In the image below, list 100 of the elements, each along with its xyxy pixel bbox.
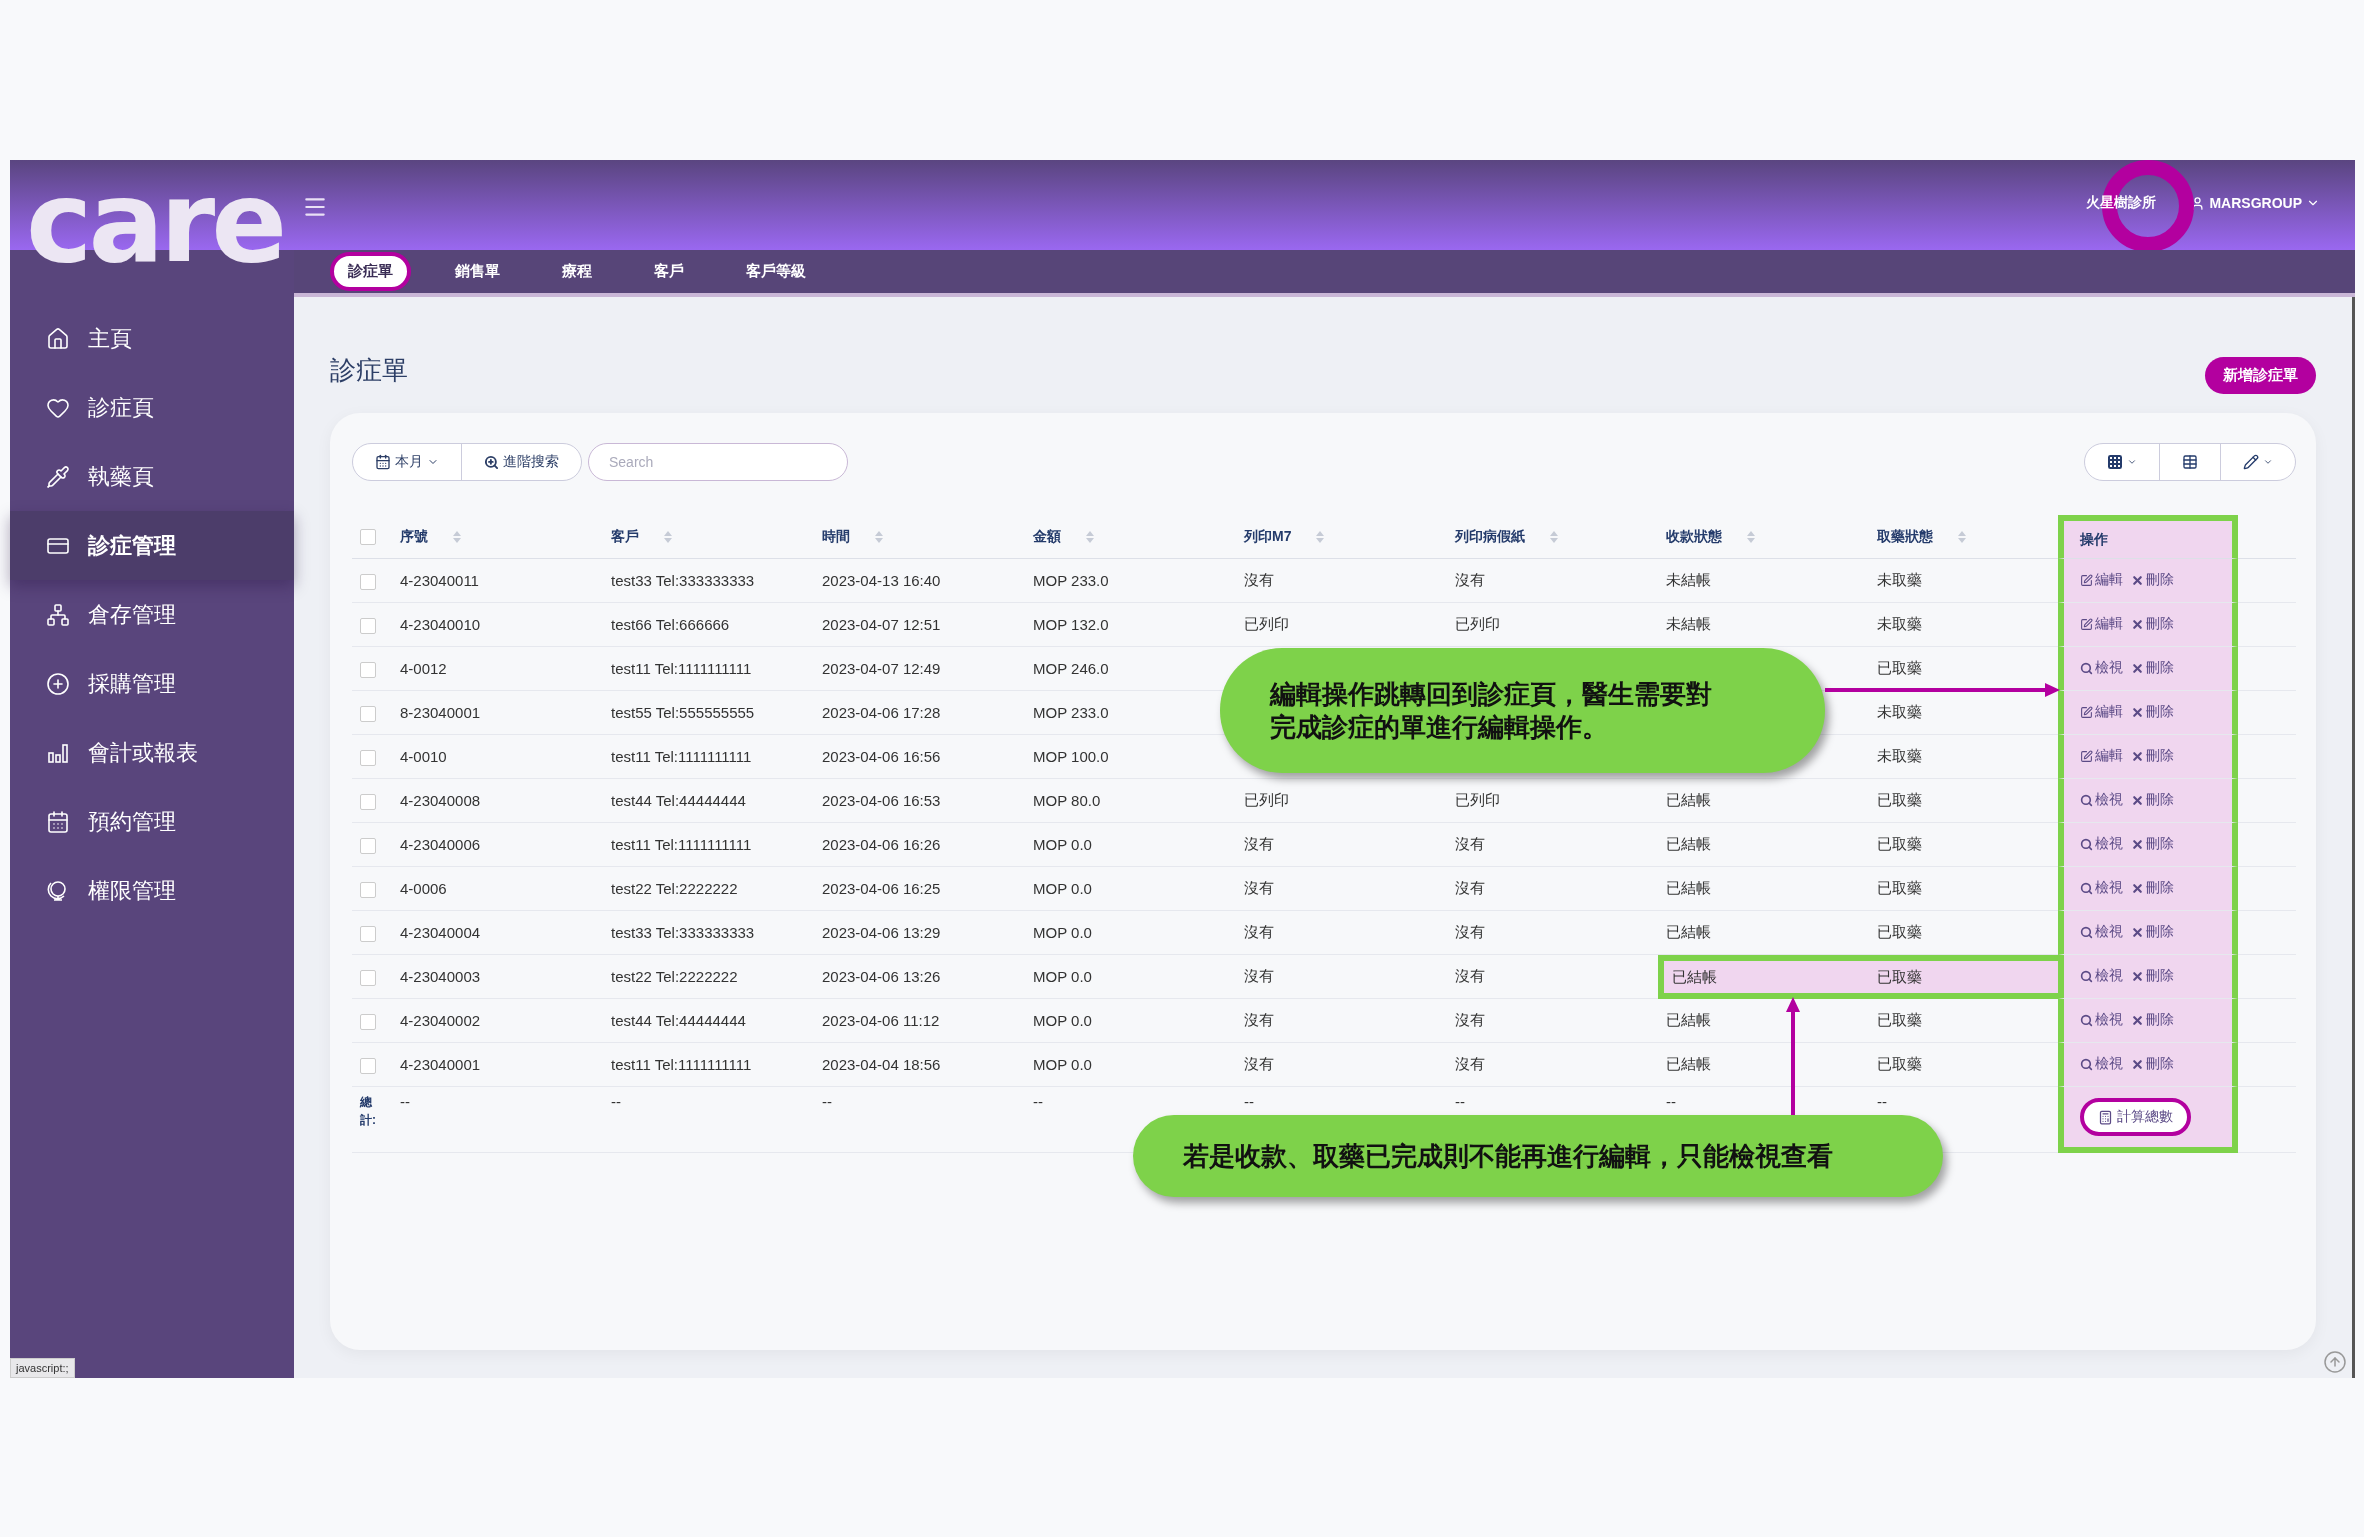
edit-link[interactable]: 編輯: [2080, 703, 2123, 722]
sidebar-item[interactable]: 診症管理: [10, 511, 294, 580]
view-link[interactable]: 檢視: [2080, 1011, 2123, 1030]
sidebar-item[interactable]: 主頁: [10, 304, 294, 373]
sidebar-item[interactable]: 診症頁: [10, 373, 294, 442]
table-cell: 4-23040006: [400, 836, 481, 853]
view-link[interactable]: 檢視: [2080, 1055, 2123, 1074]
table-cell: 已取藥: [1877, 835, 1922, 852]
sort-icon[interactable]: [1957, 529, 1967, 544]
table-cell: 已列印: [1244, 791, 1289, 808]
edit-link[interactable]: 編輯: [2080, 615, 2123, 634]
sort-icon[interactable]: [1549, 529, 1559, 544]
column-header: 客戶: [611, 527, 639, 544]
checkbox[interactable]: [360, 969, 376, 986]
tab[interactable]: 客戶等級: [728, 252, 824, 291]
delete-link[interactable]: 刪除: [2131, 835, 2174, 854]
checkbox[interactable]: [360, 1057, 376, 1074]
sidebar-item[interactable]: 會計或報表: [10, 718, 294, 787]
table-cell: test11 Tel:1111111111: [611, 836, 752, 853]
tab[interactable]: 客戶: [636, 252, 702, 291]
table-cell: 已取藥: [1877, 879, 1922, 896]
table-cell: 已列印: [1244, 615, 1289, 632]
table-cell: 4-23040010: [400, 616, 481, 633]
delete-link[interactable]: 刪除: [2131, 1055, 2174, 1074]
sidebar-item[interactable]: 倉存管理: [10, 580, 294, 649]
checkbox[interactable]: [360, 1013, 376, 1030]
scroll-top-icon[interactable]: [2323, 1350, 2347, 1374]
delete-link[interactable]: 刪除: [2131, 703, 2174, 722]
search-icon: [2080, 793, 2093, 807]
delete-link[interactable]: 刪除: [2131, 967, 2174, 986]
tab[interactable]: 銷售單: [437, 252, 518, 291]
sort-icon[interactable]: [452, 529, 462, 544]
checkbox[interactable]: [360, 705, 376, 722]
table-cell: 沒有: [1455, 1055, 1485, 1072]
checkbox[interactable]: [360, 749, 376, 766]
tab[interactable]: 療程: [544, 252, 610, 291]
delete-link[interactable]: 刪除: [2131, 615, 2174, 634]
checkbox[interactable]: [360, 793, 376, 810]
delete-link[interactable]: 刪除: [2131, 791, 2174, 810]
sort-icon[interactable]: [1746, 529, 1756, 544]
checkbox[interactable]: [360, 661, 376, 678]
table-cell: 沒有: [1455, 835, 1485, 852]
table-cell: 沒有: [1244, 1055, 1274, 1072]
sort-icon[interactable]: [1085, 529, 1095, 544]
table-cell: 已結帳: [1666, 835, 1711, 852]
checkbox[interactable]: [360, 529, 376, 546]
view-link[interactable]: 檢視: [2080, 835, 2123, 854]
checkbox[interactable]: [360, 573, 376, 590]
table-cell: MOP 0.0: [1033, 1056, 1092, 1073]
sort-icon[interactable]: [663, 529, 673, 544]
table-cell: 已結帳: [1672, 967, 1717, 985]
sort-icon[interactable]: [1315, 529, 1326, 544]
table-cell: test44 Tel:44444444: [611, 792, 746, 809]
table-cell: 未取藥: [1877, 703, 1922, 720]
checkbox[interactable]: [360, 925, 376, 942]
edit-link[interactable]: 編輯: [2080, 571, 2123, 590]
search-icon: [2080, 1057, 2093, 1071]
sort-icon[interactable]: [874, 529, 884, 544]
sidebar-item[interactable]: 採購管理: [10, 649, 294, 718]
delete-link[interactable]: 刪除: [2131, 879, 2174, 898]
delete-link[interactable]: 刪除: [2131, 1011, 2174, 1030]
pipette-icon: [46, 464, 70, 489]
sidebar-item[interactable]: 執藥頁: [10, 442, 294, 511]
table-cell: MOP 0.0: [1033, 880, 1092, 897]
table-cell: 沒有: [1244, 571, 1274, 588]
view-link[interactable]: 檢視: [2080, 791, 2123, 810]
zoom-in-icon: [484, 454, 499, 470]
table-cell: MOP 233.0: [1033, 704, 1109, 721]
table-cell: 8-23040001: [400, 704, 481, 721]
table-cell: MOP 80.0: [1033, 792, 1101, 809]
checkbox[interactable]: [360, 617, 376, 634]
view-link[interactable]: 檢視: [2080, 967, 2123, 986]
add-button[interactable]: 新增診症單: [2205, 356, 2316, 394]
delete-link[interactable]: 刪除: [2131, 659, 2174, 678]
sidebar-item[interactable]: 權限管理: [10, 856, 294, 925]
edit-link[interactable]: 編輯: [2080, 747, 2123, 766]
checkbox[interactable]: [360, 881, 376, 898]
search-icon: [2080, 837, 2093, 851]
table-cell: 沒有: [1244, 1011, 1274, 1028]
period-dropdown[interactable]: 本月: [353, 444, 461, 480]
table-cell: MOP 0.0: [1033, 1012, 1092, 1029]
delete-link[interactable]: 刪除: [2131, 747, 2174, 766]
advanced-search-button[interactable]: 進階搜索: [461, 444, 581, 480]
tab[interactable]: 診症單: [330, 252, 411, 291]
search-icon: [2080, 661, 2093, 675]
view-link[interactable]: 檢視: [2080, 923, 2123, 942]
view-link[interactable]: 檢視: [2080, 659, 2123, 678]
search-field[interactable]: Search: [588, 443, 848, 481]
checkbox[interactable]: [360, 837, 376, 854]
view-link[interactable]: 檢視: [2080, 879, 2123, 898]
table-cell: 4-23040008: [400, 792, 481, 809]
delete-link[interactable]: 刪除: [2131, 923, 2174, 942]
edit-icon: [2080, 617, 2093, 631]
calculate-total-button[interactable]: 計算總數: [2080, 1098, 2191, 1136]
delete-link[interactable]: 刪除: [2131, 571, 2174, 590]
table-cell: 沒有: [1455, 923, 1485, 940]
user-menu[interactable]: MARSGROUP: [2190, 195, 2320, 211]
total-cell: --: [1877, 1093, 1887, 1110]
sidebar-item[interactable]: 預約管理: [10, 787, 294, 856]
search-icon: [2080, 1013, 2093, 1027]
